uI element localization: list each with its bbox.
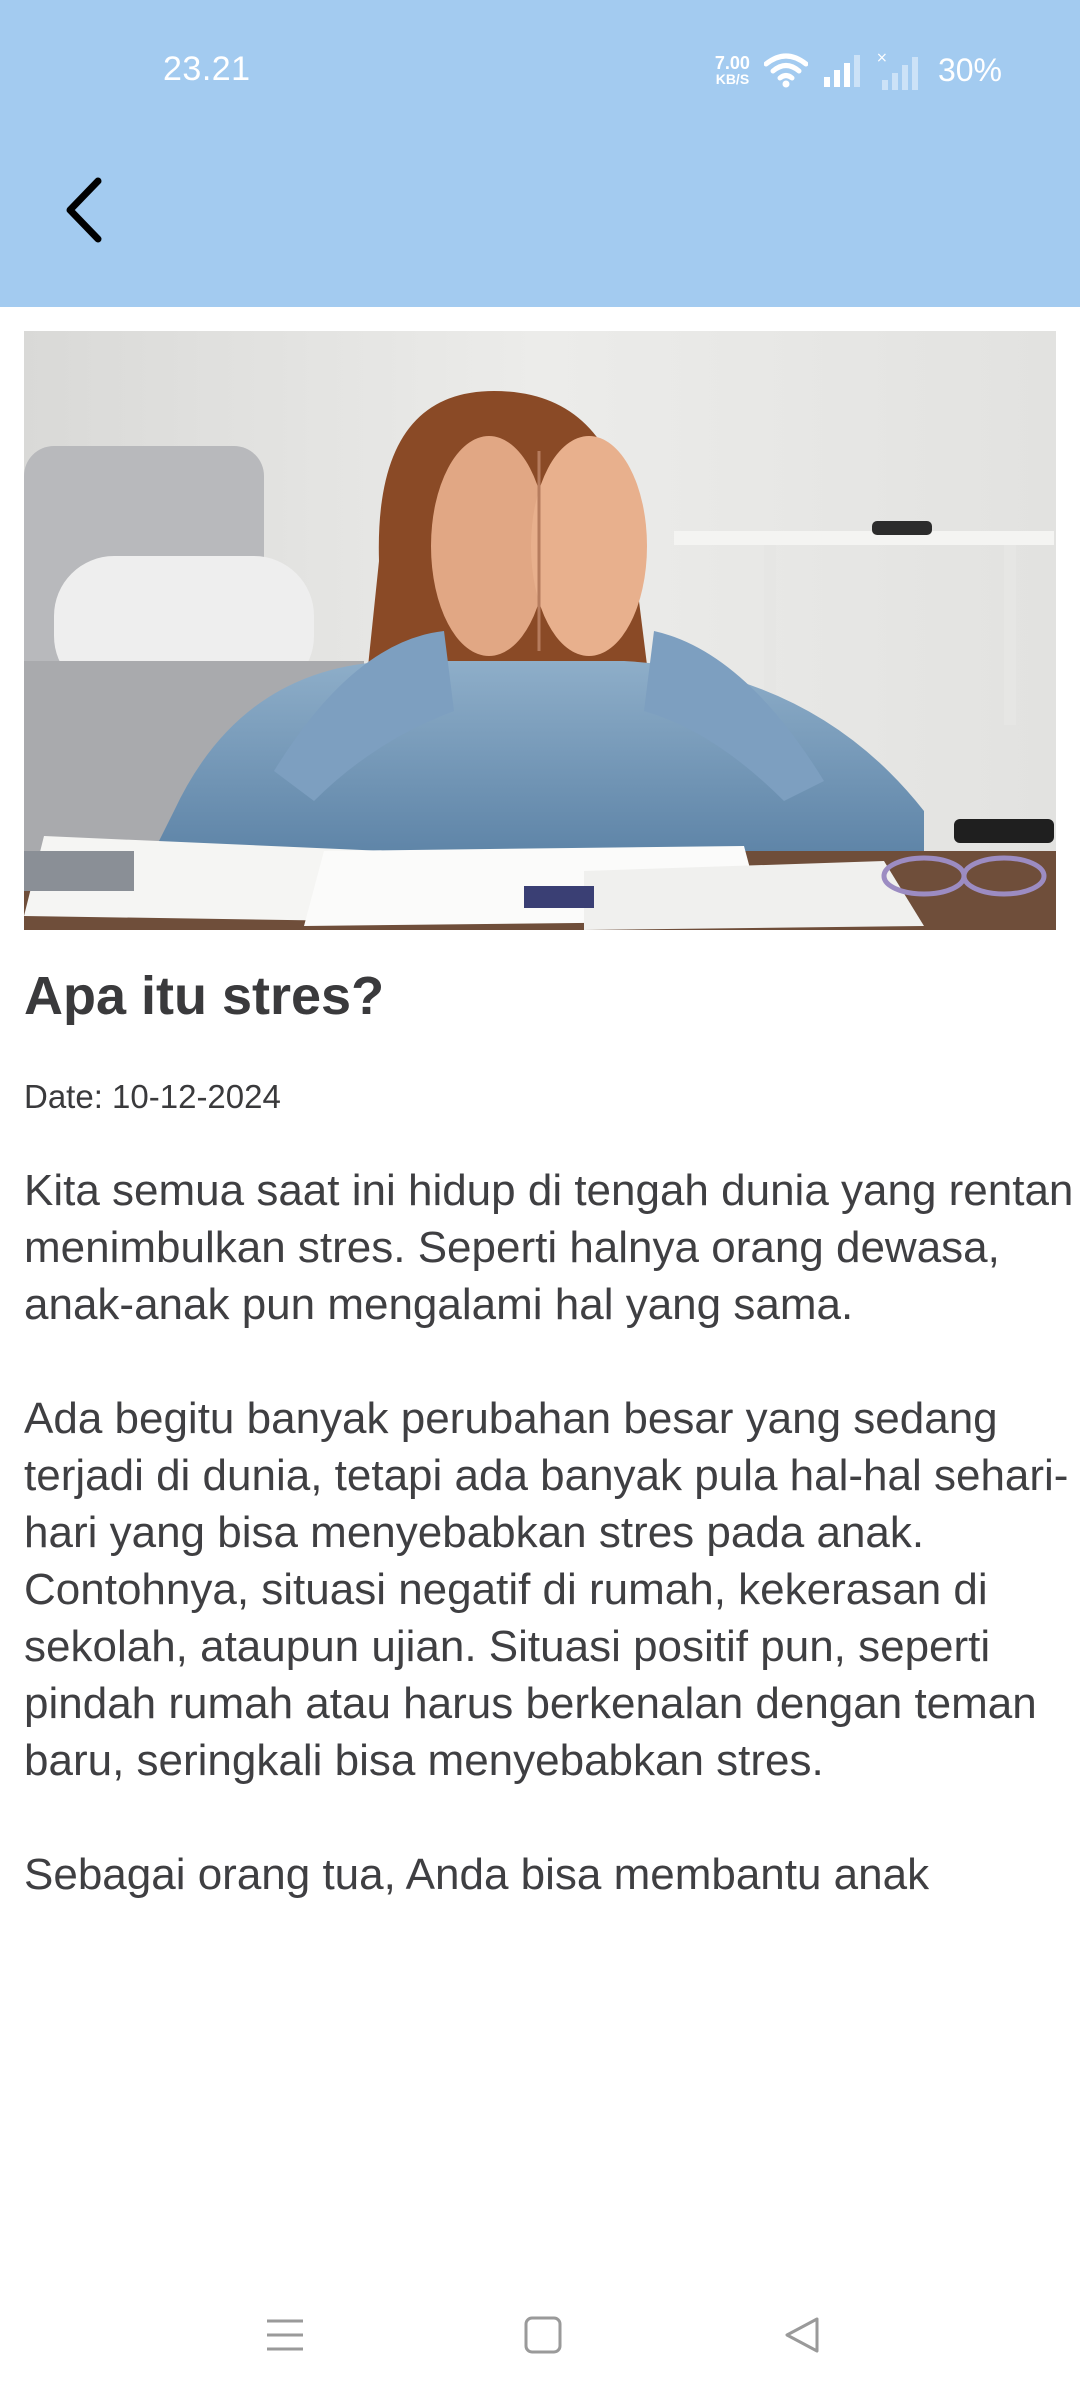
back-triangle-icon xyxy=(785,2317,819,2353)
chevron-left-icon xyxy=(66,177,102,243)
article-hero-image xyxy=(24,331,1056,930)
article-paragraph: Sebagai orang tua, Anda bisa membantu an… xyxy=(24,1850,930,1899)
net-speed-value: 7.00 xyxy=(714,53,750,73)
signal-icon xyxy=(823,55,860,87)
wifi-icon xyxy=(763,53,808,88)
battery-percent: 30% xyxy=(937,51,1002,88)
svg-text:×: × xyxy=(876,50,888,66)
back-button[interactable] xyxy=(40,160,130,260)
home-icon xyxy=(524,2316,562,2354)
article-body: Kita semua saat ini hidup di tengah duni… xyxy=(24,1162,1080,2022)
signal-no-sim-icon: × xyxy=(876,50,918,90)
article-title: Apa itu stres? xyxy=(24,966,385,1026)
net-speed-unit: KB/S xyxy=(715,71,750,87)
app-bar: 23.21 7.00 KB/S × 30% xyxy=(0,0,1080,307)
article-paragraph: Ada begitu banyak perubahan besar yang s… xyxy=(24,1394,1069,1785)
status-time: 23.21 xyxy=(163,50,251,88)
recent-apps-button[interactable] xyxy=(260,2310,310,2360)
home-button[interactable] xyxy=(518,2310,568,2360)
article-date: Date: 10-12-2024 xyxy=(24,1078,281,1115)
system-back-button[interactable] xyxy=(776,2310,826,2360)
article-paragraph: Kita semua saat ini hidup di tengah duni… xyxy=(24,1166,1074,1329)
menu-icon xyxy=(267,2319,303,2351)
status-icons: 7.00 KB/S × 30% xyxy=(715,48,1002,92)
net-speed: 7.00 KB/S xyxy=(715,54,750,86)
